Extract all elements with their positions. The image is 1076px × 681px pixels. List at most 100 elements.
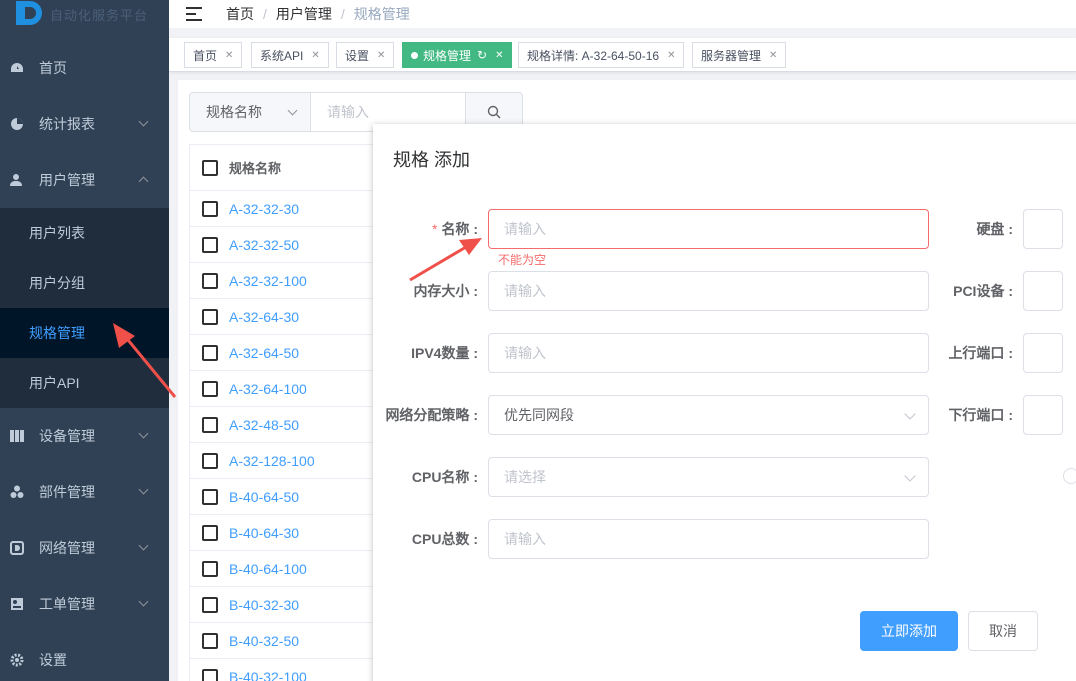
tag-settings[interactable]: 设置 ✕ <box>336 42 395 68</box>
sidebar-item-reports[interactable]: 统计报表 <box>0 96 169 152</box>
cpu-count-label: CPU总数 : <box>411 531 478 547</box>
row-checkbox[interactable] <box>202 596 218 613</box>
sidebar: 自动化服务平台 首页 统计报表 用户管理 用户列表 用户分组 规格管理 用户AP… <box>0 0 169 681</box>
disk-input[interactable] <box>1023 209 1063 249</box>
sidebar-item-components[interactable]: 部件管理 <box>0 464 169 520</box>
spec-name-link[interactable]: B-40-64-30 <box>229 525 299 541</box>
cancel-button[interactable]: 取消 <box>968 611 1038 651</box>
sidebar-item-label: 统计报表 <box>39 116 95 132</box>
input-placeholder: 请输入 <box>504 283 546 299</box>
row-checkbox[interactable] <box>202 200 218 217</box>
breadcrumb: 首页 / 用户管理 / 规格管理 <box>226 4 410 24</box>
spec-name-link[interactable]: B-40-32-50 <box>229 633 299 649</box>
close-icon[interactable]: ✕ <box>495 50 503 61</box>
row-checkbox[interactable] <box>202 632 218 649</box>
submit-button[interactable]: 立即添加 <box>860 611 958 651</box>
row-checkbox[interactable] <box>202 416 218 433</box>
row-checkbox[interactable] <box>202 524 218 541</box>
spec-name-link[interactable]: A-32-32-50 <box>229 237 299 253</box>
table-row[interactable]: B-40-64-100 <box>190 551 379 587</box>
spec-name-link[interactable]: B-40-64-50 <box>229 489 299 505</box>
row-checkbox[interactable] <box>202 380 218 397</box>
form-row-network-policy: 网络分配策略 : 优先同网段 <box>373 395 929 435</box>
table-row[interactable]: A-32-64-100 <box>190 371 379 407</box>
name-label: * 名称 : <box>373 219 488 239</box>
close-icon[interactable]: ✕ <box>225 50 233 61</box>
row-checkbox[interactable] <box>202 668 218 681</box>
pci-input[interactable] <box>1023 271 1063 311</box>
name-input[interactable]: 请输入 <box>488 209 929 249</box>
form-row-ipv4: IPV4数量 : 请输入 <box>373 333 929 373</box>
tag-home[interactable]: 首页 ✕ <box>184 42 243 68</box>
spec-name-link[interactable]: A-32-64-50 <box>229 345 299 361</box>
table-row[interactable]: A-32-48-50 <box>190 407 379 443</box>
table-row[interactable]: A-32-32-30 <box>190 191 379 227</box>
table-row[interactable]: B-40-32-100 <box>190 659 379 681</box>
spec-name-link[interactable]: A-32-32-30 <box>229 201 299 217</box>
downlink-input[interactable] <box>1023 395 1063 435</box>
sidebar-item-network[interactable]: 网络管理 <box>0 520 169 576</box>
spec-name-link[interactable]: A-32-64-100 <box>229 381 307 397</box>
table-row[interactable]: A-32-128-100 <box>190 443 379 479</box>
logo-icon <box>12 1 46 27</box>
chevron-down-icon <box>138 540 149 551</box>
table-row[interactable]: B-40-64-50 <box>190 479 379 515</box>
row-checkbox[interactable] <box>202 272 218 289</box>
name-label-text: 名称 : <box>441 221 478 237</box>
close-icon[interactable]: ✕ <box>769 50 777 61</box>
uplink-label: 上行端口 : <box>948 345 1013 361</box>
uplink-input[interactable] <box>1023 333 1063 373</box>
cpu-name-select[interactable]: 请选择 <box>488 457 929 497</box>
spec-name-link[interactable]: B-40-32-30 <box>229 597 299 613</box>
row-checkbox[interactable] <box>202 452 218 469</box>
spec-name-link[interactable]: A-32-128-100 <box>229 453 315 469</box>
form-row-memory: 内存大小 : 请输入 <box>373 271 929 311</box>
sidebar-subitem-user-list[interactable]: 用户列表 <box>0 208 169 258</box>
breadcrumb-item[interactable]: 首页 <box>226 4 254 24</box>
refresh-icon[interactable]: ↻ <box>477 48 487 62</box>
table-row[interactable]: B-40-32-50 <box>190 623 379 659</box>
row-checkbox[interactable] <box>202 488 218 505</box>
radio-button[interactable] <box>1063 468 1076 484</box>
tag-label: 服务器管理 <box>701 48 762 63</box>
breadcrumb-item[interactable]: 用户管理 <box>276 4 332 24</box>
search-field-select[interactable]: 规格名称 <box>190 93 311 131</box>
row-checkbox[interactable] <box>202 560 218 577</box>
table-row[interactable]: A-32-64-50 <box>190 335 379 371</box>
cpu-count-input[interactable]: 请输入 <box>488 519 929 559</box>
tag-spec-management[interactable]: 规格管理 ↻ ✕ <box>402 42 513 68</box>
sidebar-item-home[interactable]: 首页 <box>0 40 169 96</box>
table-row[interactable]: A-32-64-30 <box>190 299 379 335</box>
table-row[interactable]: A-32-32-50 <box>190 227 379 263</box>
close-icon[interactable]: ✕ <box>311 50 319 61</box>
table-row[interactable]: B-40-32-30 <box>190 587 379 623</box>
hamburger-icon[interactable] <box>186 7 202 21</box>
close-icon[interactable]: ✕ <box>377 50 385 61</box>
close-icon[interactable]: ✕ <box>667 50 675 61</box>
table-row[interactable]: B-40-64-30 <box>190 515 379 551</box>
select-all-checkbox[interactable] <box>202 159 218 176</box>
table-row[interactable]: A-32-32-100 <box>190 263 379 299</box>
sidebar-subitem-spec-management[interactable]: 规格管理 <box>0 308 169 358</box>
sidebar-subitem-user-groups[interactable]: 用户分组 <box>0 258 169 308</box>
ipv4-input[interactable]: 请输入 <box>488 333 929 373</box>
tag-server-management[interactable]: 服务器管理 ✕ <box>692 42 787 68</box>
spec-name-link[interactable]: B-40-32-100 <box>229 669 307 681</box>
sidebar-subitem-user-api[interactable]: 用户API <box>0 358 169 408</box>
network-policy-select[interactable]: 优先同网段 <box>488 395 929 435</box>
spec-name-link[interactable]: A-32-64-30 <box>229 309 299 325</box>
spec-name-link[interactable]: A-32-32-100 <box>229 273 307 289</box>
spec-name-link[interactable]: A-32-48-50 <box>229 417 299 433</box>
sidebar-item-users[interactable]: 用户管理 <box>0 152 169 208</box>
row-checkbox[interactable] <box>202 236 218 253</box>
row-checkbox[interactable] <box>202 308 218 325</box>
sidebar-item-tickets[interactable]: 工单管理 <box>0 576 169 632</box>
spec-name-link[interactable]: B-40-64-100 <box>229 561 307 577</box>
sidebar-item-devices[interactable]: 设备管理 <box>0 408 169 464</box>
pci-label: PCI设备 : <box>953 283 1013 299</box>
tag-system-api[interactable]: 系统API ✕ <box>251 42 329 68</box>
tag-spec-detail[interactable]: 规格详情: A-32-64-50-16 ✕ <box>518 42 685 68</box>
memory-input[interactable]: 请输入 <box>488 271 929 311</box>
row-checkbox[interactable] <box>202 344 218 361</box>
sidebar-item-settings[interactable]: 设置 <box>0 632 169 681</box>
